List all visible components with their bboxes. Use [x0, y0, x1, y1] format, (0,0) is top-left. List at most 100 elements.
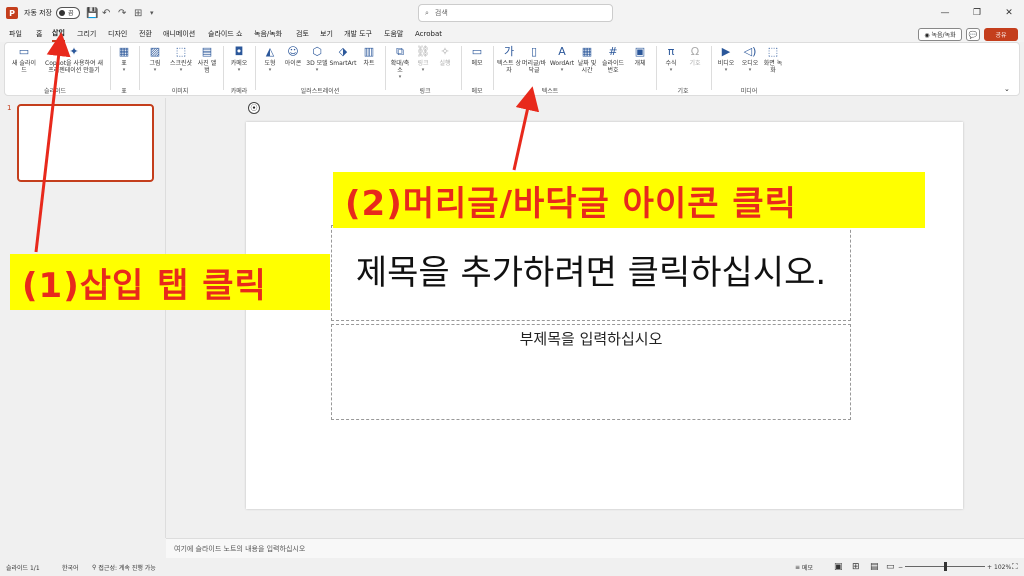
link-button[interactable]: ⛓ 링크 ▾: [413, 44, 433, 74]
notes-area[interactable]: 여기에 슬라이드 노트의 내용을 입력하십시오: [166, 538, 1024, 558]
comment-icon: ▭: [471, 45, 483, 58]
date-time-button[interactable]: ▦ 날짜 및 시간: [575, 44, 599, 74]
textbox-button[interactable]: 가 텍스트 상자: [497, 44, 521, 74]
slide-number-button[interactable]: # 슬라이드 번호: [599, 44, 627, 74]
object-icon: ▣: [634, 45, 646, 58]
accessibility-icon: ⚲: [92, 563, 97, 571]
zoom-slider-thumb[interactable]: [944, 562, 947, 571]
group-tables-label: 표: [121, 88, 127, 95]
tab-acrobat[interactable]: Acrobat: [415, 26, 442, 42]
collapse-ribbon-icon[interactable]: ⌄: [1004, 84, 1010, 94]
omega-icon: Ω: [690, 45, 700, 58]
share-button[interactable]: 공유: [984, 28, 1018, 41]
tab-review[interactable]: 검토: [296, 26, 309, 42]
photo-album-icon: ▤: [201, 45, 213, 58]
step1-text: (1)삽입 탭 클릭: [22, 265, 267, 306]
camera-icon: ◘: [234, 45, 244, 58]
group-links-label: 링크: [419, 88, 431, 95]
tab-transitions[interactable]: 전환: [139, 26, 152, 42]
status-bar: 슬라이드 1/1 한국어 ⚲ 접근성: 계속 진행 가능 ≡ 메모 ▣ ⊞ ▤ ▭ …: [0, 558, 1024, 576]
zoom-level[interactable]: 102%: [994, 558, 1011, 576]
fit-slide-icon[interactable]: ⛶: [1012, 558, 1018, 576]
customize-qat-icon[interactable]: ▾: [150, 0, 154, 26]
restore-icon[interactable]: ❐: [962, 0, 992, 26]
tab-animations[interactable]: 애니메이션: [163, 26, 195, 42]
shapes-button[interactable]: ◭ 도형 ▾: [259, 44, 281, 74]
pi-icon: π: [667, 45, 675, 58]
cameo-button[interactable]: ◘ 카메오 ▾: [227, 44, 251, 74]
search-placeholder: 검색: [434, 9, 448, 17]
tab-view[interactable]: 보기: [320, 26, 333, 42]
smartart-icon: ⬗: [338, 45, 348, 58]
3d-model-button[interactable]: ⬡ 3D 모델 ▾: [306, 44, 328, 74]
comments-icon[interactable]: 💬: [966, 28, 980, 41]
title-placeholder-text: 제목을 추가하려면 클릭하십시오.: [355, 253, 827, 293]
smartart-button[interactable]: ⬗ SmartArt: [328, 44, 358, 67]
zoom-button[interactable]: ⧉ 확대/축소 ▾: [388, 44, 412, 81]
close-icon[interactable]: ✕: [994, 0, 1024, 26]
language-indicator[interactable]: 한국어: [62, 558, 79, 576]
video-icon: ▶: [721, 45, 731, 58]
tab-help[interactable]: 도움말: [384, 26, 403, 42]
tab-slideshow[interactable]: 슬라이드 쇼: [208, 26, 242, 42]
accessibility-status[interactable]: ⚲ 접근성: 계속 진행 가능: [92, 558, 156, 576]
present-icon[interactable]: ⊞: [134, 0, 142, 26]
zoom-out-icon[interactable]: −: [898, 558, 903, 576]
screen-record-button[interactable]: ⬚ 화면 녹화: [762, 44, 784, 74]
object-button[interactable]: ▣ 개체: [629, 44, 651, 67]
save-icon[interactable]: 💾: [86, 0, 98, 26]
table-button[interactable]: ▦ 표 ▾: [114, 44, 134, 74]
tab-home[interactable]: 홈: [36, 26, 42, 42]
tab-draw[interactable]: 그리기: [77, 26, 96, 42]
zoom-icon: ⧉: [396, 45, 404, 58]
designer-icon[interactable]: ⦿: [248, 102, 260, 114]
calendar-icon: ▦: [581, 45, 593, 58]
record-button[interactable]: ◉ 녹음/녹화: [918, 28, 962, 41]
new-slide-button[interactable]: ▭ 새 슬라이드: [10, 44, 38, 74]
comment-button[interactable]: ▭ 메모: [466, 44, 488, 67]
header-footer-icon: ▯: [530, 45, 538, 58]
tab-design[interactable]: 디자인: [108, 26, 127, 42]
equation-button[interactable]: π 수식 ▾: [660, 44, 682, 74]
screenshot-button[interactable]: ⬚ 스크린샷 ▾: [166, 44, 196, 74]
step1-callout: (1)삽입 탭 클릭: [10, 254, 330, 310]
notes-toggle[interactable]: ≡ 메모: [795, 558, 813, 576]
slide-thumbnail[interactable]: [17, 104, 154, 182]
redo-icon[interactable]: ↷: [118, 0, 126, 26]
action-button[interactable]: ✧ 실행: [435, 44, 455, 67]
tab-file[interactable]: 파일: [9, 26, 22, 42]
zoom-in-icon[interactable]: +: [987, 558, 992, 576]
video-button[interactable]: ▶ 비디오 ▾: [714, 44, 738, 74]
group-comments-label: 메모: [471, 88, 483, 95]
copilot-button[interactable]: ✦ Copilot을 사용하여 새 프레젠테이션 만들기: [44, 44, 104, 74]
search-icon: ⌕: [425, 8, 429, 17]
toggle-state: 끔: [68, 10, 74, 17]
chart-button[interactable]: ▥ 차트: [358, 44, 380, 67]
tab-developer[interactable]: 개발 도구: [344, 26, 372, 42]
undo-icon[interactable]: ↶: [102, 0, 110, 26]
photo-album-button[interactable]: ▤ 사진 앨범: [196, 44, 218, 74]
speaker-icon: ◁): [743, 45, 757, 58]
minimize-icon[interactable]: —: [930, 0, 960, 26]
slide-sorter-icon[interactable]: ⊞: [852, 558, 860, 576]
step2-text: (2)머리글/바닥글 아이콘 클릭: [345, 183, 797, 224]
symbol-button[interactable]: Ω 기호: [684, 44, 706, 67]
search-box[interactable]: ⌕ 검색: [418, 4, 613, 22]
chart-icon: ▥: [363, 45, 375, 58]
notes-placeholder: 여기에 슬라이드 노트의 내용을 입력하십시오: [174, 544, 306, 553]
cube-icon: ⬡: [312, 45, 322, 58]
icons-button[interactable]: ☺ 아이콘: [281, 44, 305, 67]
title-placeholder[interactable]: 제목을 추가하려면 클릭하십시오.: [331, 225, 851, 321]
slideshow-view-icon[interactable]: ▭: [886, 558, 895, 576]
wordart-button[interactable]: A WordArt ▾: [549, 44, 575, 74]
header-footer-button[interactable]: ▯ 머리글/바닥글: [521, 44, 547, 74]
picture-button[interactable]: ▨ 그림 ▾: [144, 44, 166, 74]
reading-view-icon[interactable]: ▤: [870, 558, 879, 576]
subtitle-placeholder[interactable]: 부제목을 입력하십시오: [331, 324, 851, 420]
audio-button[interactable]: ◁) 오디오 ▾: [738, 44, 762, 74]
group-media-label: 미디어: [740, 88, 758, 95]
tab-insert[interactable]: 삽입: [52, 26, 65, 42]
tab-recording[interactable]: 녹음/녹화: [254, 26, 282, 42]
normal-view-icon[interactable]: ▣: [834, 558, 843, 576]
autosave-toggle[interactable]: 끔: [56, 7, 80, 19]
